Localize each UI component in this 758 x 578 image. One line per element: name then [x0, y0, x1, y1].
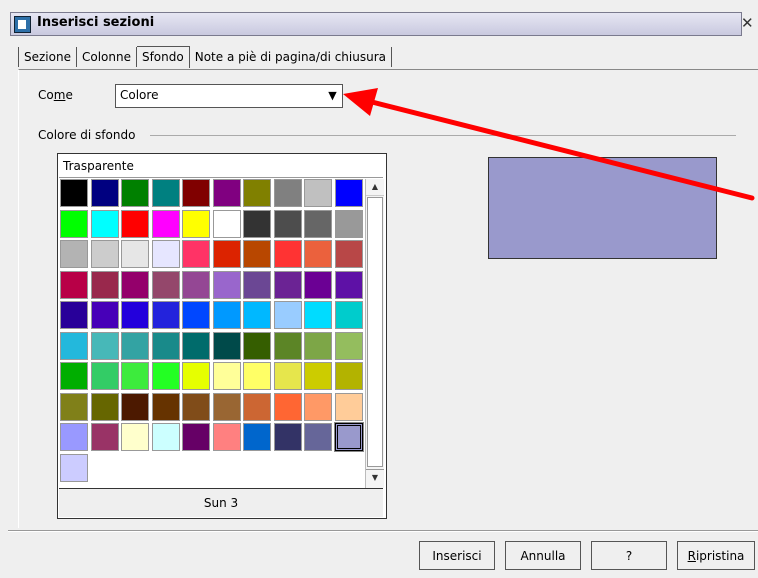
annotation-arrow-shaft — [369, 99, 755, 201]
annotation-arrow — [343, 88, 755, 201]
annotation-arrow-head — [343, 88, 378, 116]
insert-sections-dialog: Inserisci sezioni ✕ Sezione Colonne Sfon… — [0, 0, 758, 578]
